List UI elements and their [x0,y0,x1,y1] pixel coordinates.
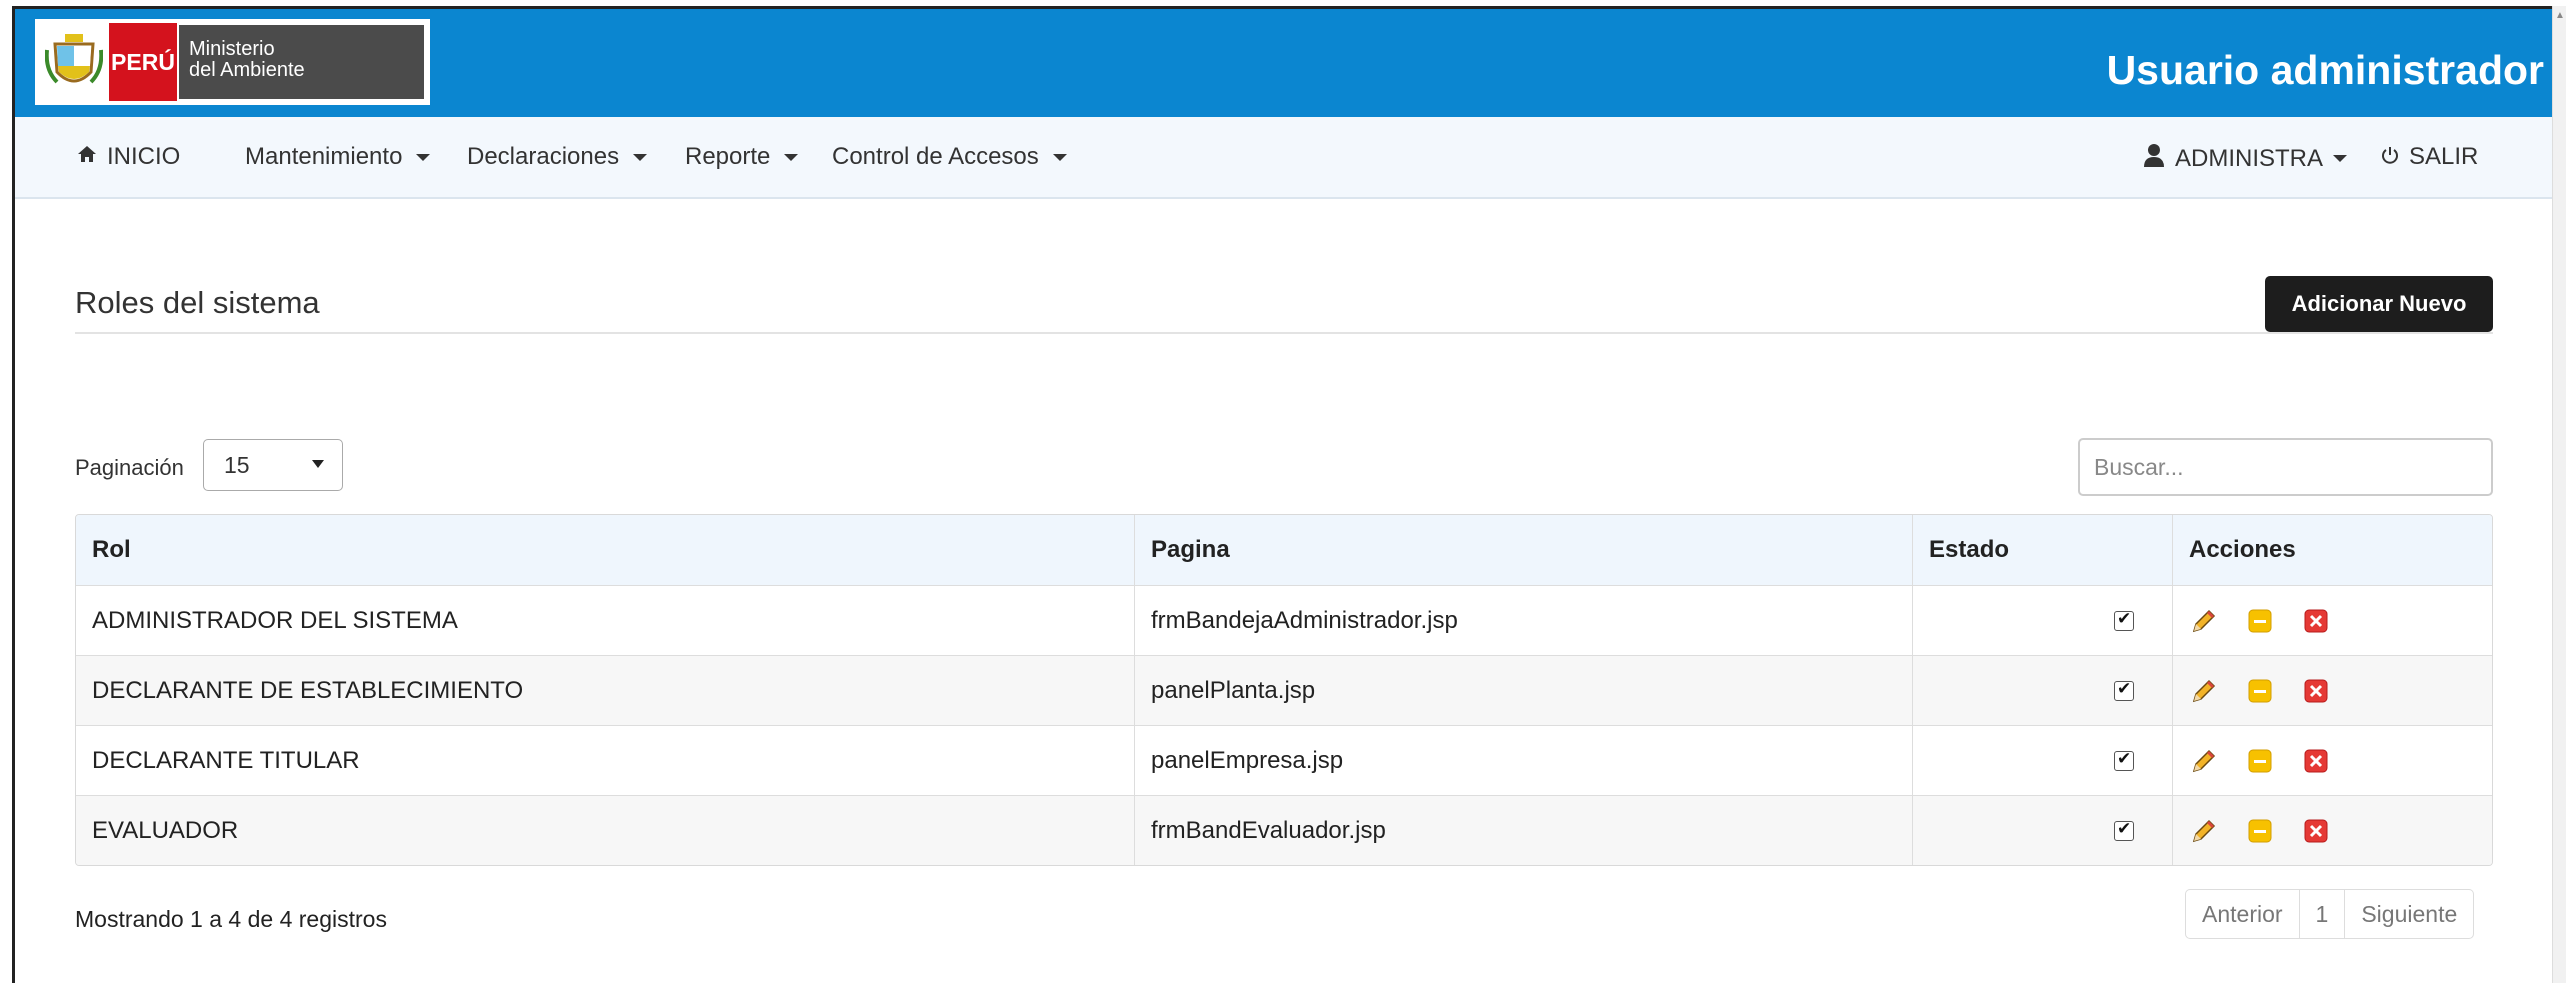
chevron-down-icon [633,153,648,161]
add-new-button[interactable]: Adicionar Nuevo [2265,276,2493,332]
table-header-row: Rol Pagina Estado Acciones [76,515,2492,585]
cell-pagina: frmBandEvaluador.jsp [1134,796,1912,865]
nav-home[interactable]: INICIO [77,143,180,171]
nav-declaraciones-label: Declaraciones [467,143,620,170]
cell-pagina: panelPlanta.jsp [1134,656,1912,725]
estado-checkbox[interactable] [2114,609,2134,631]
cell-acciones [2172,656,2492,725]
page-size-select[interactable]: 15 [203,439,343,491]
cell-rol: EVALUADOR [92,816,239,844]
app-title: Usuario administrador [2106,47,2544,93]
nav-control-accesos[interactable]: Control de Accesos [832,143,1067,171]
nav-user-label: ADMINISTRA [2175,144,2324,172]
coat-of-arms-icon [39,23,109,101]
pencil-icon[interactable] [2189,606,2219,636]
logo-country: PERÚ [109,23,177,101]
cell-rol: DECLARANTE DE ESTABLECIMIENTO [92,676,524,704]
close-box-icon[interactable] [2301,746,2331,776]
scroll-up-icon[interactable]: ▲ [2555,10,2565,21]
estado-checkbox[interactable] [2114,819,2134,841]
table-row: DECLARANTE DE ESTABLECIMIENTO panelPlant… [76,655,2492,725]
dropdown-arrow-icon [312,460,324,468]
close-box-icon[interactable] [2301,676,2331,706]
pencil-icon[interactable] [2189,746,2219,776]
ministry-logo[interactable]: PERÚ Ministerio del Ambiente [35,19,430,105]
minus-box-icon[interactable] [2245,746,2275,776]
nav-mantenimiento[interactable]: Mantenimiento [245,143,431,171]
nav-reporte[interactable]: Reporte [685,143,799,171]
cell-estado [1912,586,2172,655]
logo-ministry: Ministerio del Ambiente [177,23,426,101]
nav-logout[interactable]: SALIR [2381,143,2478,171]
pager-next[interactable]: Siguiente [2344,890,2473,938]
pencil-icon[interactable] [2189,816,2219,846]
pager-page-1[interactable]: 1 [2298,890,2345,938]
cell-pagina: frmBandejaAdministrador.jsp [1134,586,1912,655]
estado-checkbox[interactable] [2114,679,2134,701]
nav-declaraciones[interactable]: Declaraciones [467,143,648,171]
nav-user-menu[interactable]: ADMINISTRA [2143,143,2348,174]
logo-ministry-line2: del Ambiente [189,59,305,81]
chevron-down-icon [784,153,799,161]
cell-estado [1912,726,2172,795]
cell-acciones [2172,726,2492,795]
nav-logout-label: SALIR [2409,143,2479,170]
cell-rol: ADMINISTRADOR DEL SISTEMA [92,606,458,634]
main-navbar: INICIO Mantenimiento Declaraciones Repor… [15,117,2552,199]
cell-acciones [2172,586,2492,655]
chevron-down-icon [2333,155,2348,162]
pencil-icon[interactable] [2189,676,2219,706]
pagination-controls: Anterior 1 Siguiente [2185,889,2475,939]
title-divider [75,332,2493,334]
table-row: DECLARANTE TITULAR panelEmpresa.jsp [76,725,2492,795]
column-header-rol[interactable]: Rol [76,515,1134,585]
column-header-estado[interactable]: Estado [1912,515,2172,585]
cell-estado [1912,796,2172,865]
search-input[interactable] [2078,438,2493,496]
chevron-down-icon [416,153,431,161]
nav-reporte-label: Reporte [685,143,771,170]
roles-table: Rol Pagina Estado Acciones ADMINISTRADOR… [75,514,2493,866]
table-row: ADMINISTRADOR DEL SISTEMA frmBandejaAdmi… [76,585,2492,655]
minus-box-icon[interactable] [2245,606,2275,636]
user-icon [2143,143,2165,174]
pager-previous[interactable]: Anterior [2186,890,2299,938]
page-title: Roles del sistema [75,285,320,320]
nav-mantenimiento-label: Mantenimiento [245,143,403,170]
table-row: EVALUADOR frmBandEvaluador.jsp [76,795,2492,865]
cell-pagina: panelEmpresa.jsp [1134,726,1912,795]
nav-control-accesos-label: Control de Accesos [832,143,1039,170]
logo-ministry-line1: Ministerio [189,38,275,60]
chevron-down-icon [1052,153,1067,161]
estado-checkbox[interactable] [2114,749,2134,771]
cell-estado [1912,656,2172,725]
page-size-value: 15 [224,452,250,478]
browser-page: PERÚ Ministerio del Ambiente Usuario adm… [12,6,2552,983]
cell-acciones [2172,796,2492,865]
vertical-scrollbar[interactable]: ▲ [2552,6,2566,983]
close-box-icon[interactable] [2301,606,2331,636]
column-header-acciones: Acciones [2172,515,2492,585]
column-header-pagina[interactable]: Pagina [1134,515,1912,585]
pagination-label: Paginación [75,455,184,480]
nav-home-label: INICIO [107,143,181,170]
top-header: PERÚ Ministerio del Ambiente Usuario adm… [15,9,2552,117]
close-box-icon[interactable] [2301,816,2331,846]
minus-box-icon[interactable] [2245,816,2275,846]
minus-box-icon[interactable] [2245,676,2275,706]
records-summary: Mostrando 1 a 4 de 4 registros [75,906,387,932]
power-icon [2381,143,2399,171]
home-icon [77,143,97,171]
cell-rol: DECLARANTE TITULAR [92,746,360,774]
